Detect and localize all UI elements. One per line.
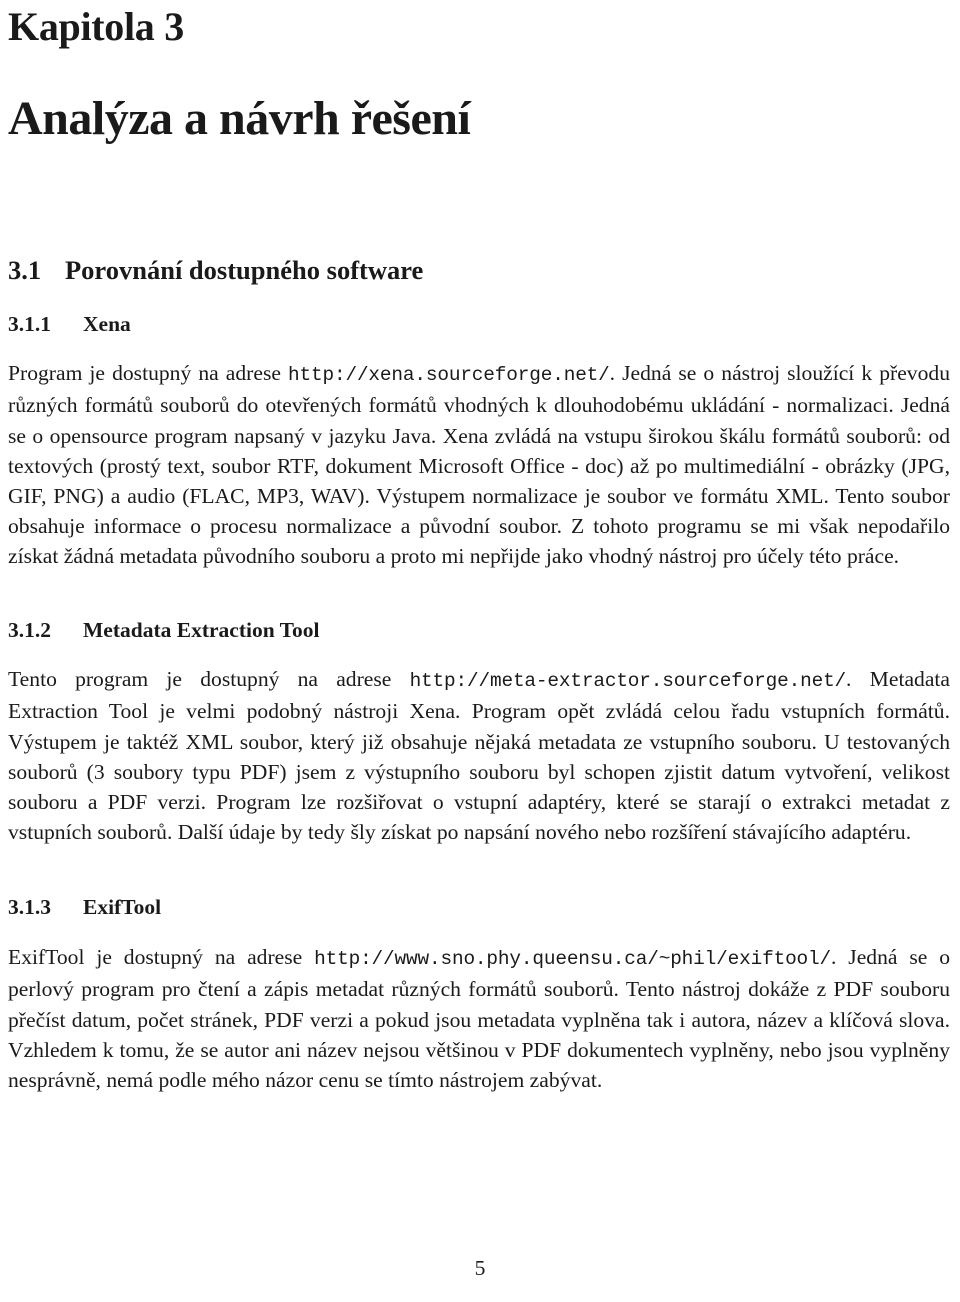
subsection-title-3-1-1: Xena <box>83 311 131 336</box>
paragraph-exiftool: ExifTool je dostupný na adrese http://ww… <box>8 942 950 1095</box>
subsection-heading-3-1-1: 3.1.1 Xena <box>8 311 950 337</box>
section-title-3-1: Porovnání dostupného software <box>65 255 424 286</box>
paragraph-xena-lead: Program je dostupný na adrese <box>8 361 289 386</box>
metadata-extraction-tool-url: http://meta-extractor.sourceforge.net/ <box>409 670 847 693</box>
document-page: Kapitola 3 Analýza a návrh řešení 3.1 Po… <box>0 4 960 1302</box>
paragraph-xena: Program je dostupný na adrese http://xen… <box>8 358 950 571</box>
page-number: 5 <box>474 1256 486 1281</box>
paragraph-metadata-extraction-tool: Tento program je dostupný na adrese http… <box>8 664 950 847</box>
xena-url: http://xena.sourceforge.net/ <box>288 364 610 387</box>
subsection-heading-3-1-2: 3.1.2 Metadata Extraction Tool <box>8 617 950 643</box>
subsection-number-3-1-1: 3.1.1 <box>8 311 51 336</box>
subsection-number-3-1-2: 3.1.2 <box>8 617 51 642</box>
section-number-3-1: 3.1 <box>8 255 42 286</box>
paragraph-met-rest: . Metadata Extraction Tool je velmi podo… <box>8 667 950 845</box>
subsection-title-3-1-2: Metadata Extraction Tool <box>83 617 320 642</box>
chapter-number: Kapitola 3 <box>8 4 184 49</box>
subsection-number-3-1-3: 3.1.3 <box>8 895 51 920</box>
subsection-title-3-1-3: ExifTool <box>83 895 162 920</box>
paragraph-met-lead: Tento program je dostupný na adrese <box>8 667 410 692</box>
section-heading-3-1: 3.1 Porovnání dostupného software <box>8 256 950 285</box>
paragraph-exiftool-lead: ExifTool je dostupný na adrese <box>8 945 315 970</box>
chapter-title: Analýza a návrh řešení <box>8 92 471 145</box>
subsection-heading-3-1-3: 3.1.3 ExifTool <box>8 896 950 920</box>
paragraph-xena-rest: . Jedná se o nástroj sloužící k převodu … <box>8 361 950 569</box>
exiftool-url: http://www.sno.phy.queensu.ca/~phil/exif… <box>314 948 832 971</box>
